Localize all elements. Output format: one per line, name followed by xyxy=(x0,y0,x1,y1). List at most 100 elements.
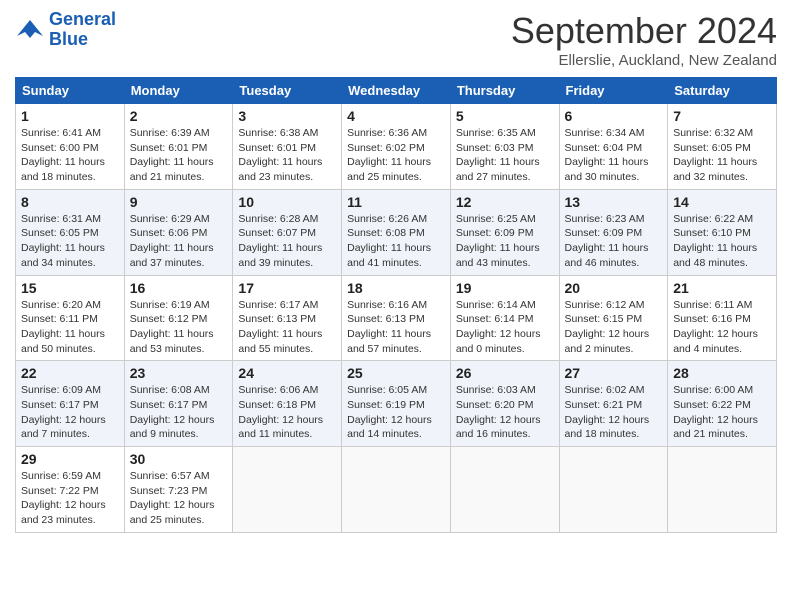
day-info: Sunrise: 6:31 AM Sunset: 6:05 PM Dayligh… xyxy=(21,212,119,271)
day-info: Sunrise: 6:09 AM Sunset: 6:17 PM Dayligh… xyxy=(21,383,119,442)
day-number: 19 xyxy=(456,280,554,296)
table-row: 1 Sunrise: 6:41 AM Sunset: 6:00 PM Dayli… xyxy=(16,104,125,190)
day-info: Sunrise: 6:36 AM Sunset: 6:02 PM Dayligh… xyxy=(347,126,445,185)
calendar-header-row: Sunday Monday Tuesday Wednesday Thursday… xyxy=(16,78,777,104)
table-row: 23 Sunrise: 6:08 AM Sunset: 6:17 PM Dayl… xyxy=(124,361,233,447)
day-number: 25 xyxy=(347,365,445,381)
day-number: 24 xyxy=(238,365,336,381)
day-info: Sunrise: 6:25 AM Sunset: 6:09 PM Dayligh… xyxy=(456,212,554,271)
day-number: 10 xyxy=(238,194,336,210)
day-info: Sunrise: 6:28 AM Sunset: 6:07 PM Dayligh… xyxy=(238,212,336,271)
header-saturday: Saturday xyxy=(668,78,777,104)
day-number: 4 xyxy=(347,108,445,124)
day-number: 13 xyxy=(565,194,663,210)
table-row: 10 Sunrise: 6:28 AM Sunset: 6:07 PM Dayl… xyxy=(233,189,342,275)
day-number: 12 xyxy=(456,194,554,210)
day-number: 9 xyxy=(130,194,228,210)
table-row: 19 Sunrise: 6:14 AM Sunset: 6:14 PM Dayl… xyxy=(450,275,559,361)
table-row: 15 Sunrise: 6:20 AM Sunset: 6:11 PM Dayl… xyxy=(16,275,125,361)
header-monday: Monday xyxy=(124,78,233,104)
table-row: 6 Sunrise: 6:34 AM Sunset: 6:04 PM Dayli… xyxy=(559,104,668,190)
day-info: Sunrise: 6:00 AM Sunset: 6:22 PM Dayligh… xyxy=(673,383,771,442)
day-info: Sunrise: 6:19 AM Sunset: 6:12 PM Dayligh… xyxy=(130,298,228,357)
header-thursday: Thursday xyxy=(450,78,559,104)
day-info: Sunrise: 6:23 AM Sunset: 6:09 PM Dayligh… xyxy=(565,212,663,271)
day-number: 29 xyxy=(21,451,119,467)
day-info: Sunrise: 6:32 AM Sunset: 6:05 PM Dayligh… xyxy=(673,126,771,185)
day-info: Sunrise: 6:20 AM Sunset: 6:11 PM Dayligh… xyxy=(21,298,119,357)
day-number: 7 xyxy=(673,108,771,124)
table-row: 12 Sunrise: 6:25 AM Sunset: 6:09 PM Dayl… xyxy=(450,189,559,275)
page-subtitle: Ellerslie, Auckland, New Zealand xyxy=(511,52,777,69)
day-number: 16 xyxy=(130,280,228,296)
day-number: 14 xyxy=(673,194,771,210)
logo-text: General Blue xyxy=(49,10,116,50)
table-row xyxy=(559,447,668,533)
day-number: 17 xyxy=(238,280,336,296)
table-row: 28 Sunrise: 6:00 AM Sunset: 6:22 PM Dayl… xyxy=(668,361,777,447)
header-wednesday: Wednesday xyxy=(342,78,451,104)
page-title: September 2024 xyxy=(511,10,777,52)
day-info: Sunrise: 6:06 AM Sunset: 6:18 PM Dayligh… xyxy=(238,383,336,442)
day-info: Sunrise: 6:29 AM Sunset: 6:06 PM Dayligh… xyxy=(130,212,228,271)
table-row: 2 Sunrise: 6:39 AM Sunset: 6:01 PM Dayli… xyxy=(124,104,233,190)
day-info: Sunrise: 6:59 AM Sunset: 7:22 PM Dayligh… xyxy=(21,469,119,528)
page-header: General Blue September 2024 Ellerslie, A… xyxy=(15,10,777,69)
calendar-row: 8 Sunrise: 6:31 AM Sunset: 6:05 PM Dayli… xyxy=(16,189,777,275)
logo: General Blue xyxy=(15,10,116,50)
day-number: 5 xyxy=(456,108,554,124)
day-info: Sunrise: 6:34 AM Sunset: 6:04 PM Dayligh… xyxy=(565,126,663,185)
day-number: 26 xyxy=(456,365,554,381)
day-info: Sunrise: 6:12 AM Sunset: 6:15 PM Dayligh… xyxy=(565,298,663,357)
table-row: 8 Sunrise: 6:31 AM Sunset: 6:05 PM Dayli… xyxy=(16,189,125,275)
table-row: 26 Sunrise: 6:03 AM Sunset: 6:20 PM Dayl… xyxy=(450,361,559,447)
day-info: Sunrise: 6:02 AM Sunset: 6:21 PM Dayligh… xyxy=(565,383,663,442)
title-block: September 2024 Ellerslie, Auckland, New … xyxy=(511,10,777,69)
table-row xyxy=(668,447,777,533)
day-number: 1 xyxy=(21,108,119,124)
day-number: 28 xyxy=(673,365,771,381)
calendar-row: 1 Sunrise: 6:41 AM Sunset: 6:00 PM Dayli… xyxy=(16,104,777,190)
table-row: 14 Sunrise: 6:22 AM Sunset: 6:10 PM Dayl… xyxy=(668,189,777,275)
header-sunday: Sunday xyxy=(16,78,125,104)
day-info: Sunrise: 6:14 AM Sunset: 6:14 PM Dayligh… xyxy=(456,298,554,357)
table-row: 18 Sunrise: 6:16 AM Sunset: 6:13 PM Dayl… xyxy=(342,275,451,361)
day-number: 3 xyxy=(238,108,336,124)
day-number: 27 xyxy=(565,365,663,381)
table-row xyxy=(450,447,559,533)
table-row: 5 Sunrise: 6:35 AM Sunset: 6:03 PM Dayli… xyxy=(450,104,559,190)
table-row: 4 Sunrise: 6:36 AM Sunset: 6:02 PM Dayli… xyxy=(342,104,451,190)
day-number: 30 xyxy=(130,451,228,467)
calendar-row: 29 Sunrise: 6:59 AM Sunset: 7:22 PM Dayl… xyxy=(16,447,777,533)
day-info: Sunrise: 6:08 AM Sunset: 6:17 PM Dayligh… xyxy=(130,383,228,442)
table-row: 25 Sunrise: 6:05 AM Sunset: 6:19 PM Dayl… xyxy=(342,361,451,447)
day-info: Sunrise: 6:38 AM Sunset: 6:01 PM Dayligh… xyxy=(238,126,336,185)
table-row: 9 Sunrise: 6:29 AM Sunset: 6:06 PM Dayli… xyxy=(124,189,233,275)
table-row: 11 Sunrise: 6:26 AM Sunset: 6:08 PM Dayl… xyxy=(342,189,451,275)
day-number: 6 xyxy=(565,108,663,124)
table-row: 27 Sunrise: 6:02 AM Sunset: 6:21 PM Dayl… xyxy=(559,361,668,447)
table-row: 13 Sunrise: 6:23 AM Sunset: 6:09 PM Dayl… xyxy=(559,189,668,275)
day-info: Sunrise: 6:57 AM Sunset: 7:23 PM Dayligh… xyxy=(130,469,228,528)
calendar-table: Sunday Monday Tuesday Wednesday Thursday… xyxy=(15,77,777,533)
logo-line1: General xyxy=(49,9,116,29)
day-info: Sunrise: 6:41 AM Sunset: 6:00 PM Dayligh… xyxy=(21,126,119,185)
calendar-row: 22 Sunrise: 6:09 AM Sunset: 6:17 PM Dayl… xyxy=(16,361,777,447)
day-number: 23 xyxy=(130,365,228,381)
table-row: 29 Sunrise: 6:59 AM Sunset: 7:22 PM Dayl… xyxy=(16,447,125,533)
day-number: 15 xyxy=(21,280,119,296)
day-number: 18 xyxy=(347,280,445,296)
day-number: 8 xyxy=(21,194,119,210)
day-info: Sunrise: 6:11 AM Sunset: 6:16 PM Dayligh… xyxy=(673,298,771,357)
day-info: Sunrise: 6:35 AM Sunset: 6:03 PM Dayligh… xyxy=(456,126,554,185)
day-number: 20 xyxy=(565,280,663,296)
day-info: Sunrise: 6:39 AM Sunset: 6:01 PM Dayligh… xyxy=(130,126,228,185)
calendar-row: 15 Sunrise: 6:20 AM Sunset: 6:11 PM Dayl… xyxy=(16,275,777,361)
header-friday: Friday xyxy=(559,78,668,104)
day-info: Sunrise: 6:26 AM Sunset: 6:08 PM Dayligh… xyxy=(347,212,445,271)
day-number: 2 xyxy=(130,108,228,124)
table-row: 16 Sunrise: 6:19 AM Sunset: 6:12 PM Dayl… xyxy=(124,275,233,361)
table-row: 21 Sunrise: 6:11 AM Sunset: 6:16 PM Dayl… xyxy=(668,275,777,361)
table-row: 20 Sunrise: 6:12 AM Sunset: 6:15 PM Dayl… xyxy=(559,275,668,361)
logo-line2: Blue xyxy=(49,29,88,49)
